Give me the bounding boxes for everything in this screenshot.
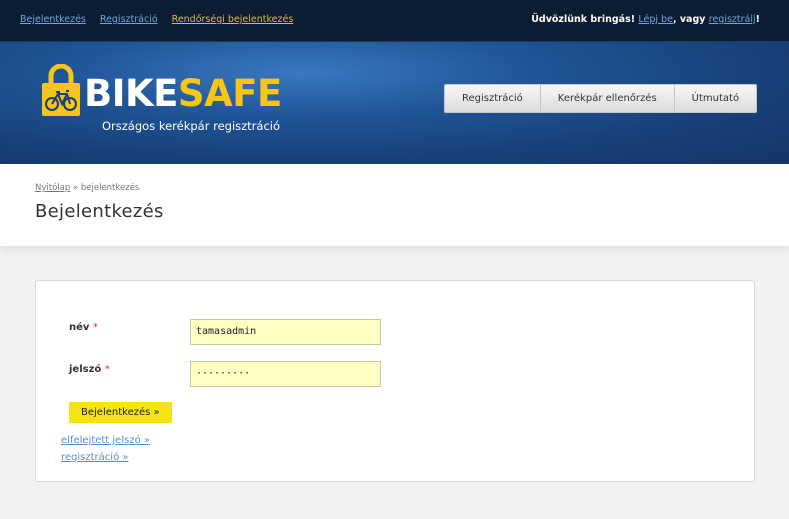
top-nav: Bejelentkezés Regisztráció Rendőrségi beje… [20, 14, 307, 25]
logo-wordmark: BIKESAFE [84, 74, 282, 114]
welcome-message: Üdvözlünk bringás! Lépj be, vagy regiszt… [531, 14, 760, 25]
password-label: jelszó * [69, 364, 110, 375]
logo-safe: SAFE [177, 72, 282, 115]
nav-registration[interactable]: Regisztráció [445, 85, 541, 112]
login-form-panel: név * tamasadmin jelszó * ········· Beje… [35, 280, 755, 482]
welcome-end-mark: ! [755, 14, 760, 25]
logo-subtitle: Országos kerékpár regisztráció [102, 119, 281, 133]
welcome-separator: , vagy [672, 14, 706, 25]
main-nav: Regisztráció Kerékpár ellenőrzés Útmutat… [444, 84, 758, 113]
forgot-password-link[interactable]: elfelejtett jelszó » [61, 435, 150, 446]
breadcrumb-separator: » [72, 183, 79, 193]
username-label-text: név [69, 322, 90, 333]
breadcrumb-current: bejelentkezés [80, 183, 140, 193]
username-required-mark: * [92, 322, 98, 333]
register-link[interactable]: regisztráció » [61, 452, 128, 463]
top-link-login[interactable]: Bejelentkezés [20, 14, 86, 25]
username-label: név * [69, 322, 98, 333]
top-bar: Bejelentkezés Regisztráció Rendőrségi beje… [0, 0, 789, 42]
site-header: BIKESAFE Országos kerékpár regisztráció … [0, 42, 789, 164]
nav-guide[interactable]: Útmutató [675, 85, 756, 112]
login-submit-button[interactable]: Bejelentkezés » [69, 402, 172, 423]
welcome-login-link[interactable]: Lépj be [638, 14, 673, 25]
welcome-register-link[interactable]: regisztrálj [709, 14, 756, 25]
password-input[interactable]: ········· [190, 361, 381, 387]
top-link-register[interactable]: Regisztráció [100, 14, 158, 25]
title-area: Nyitólap » bejelentkezés Bejelentkezés [0, 164, 789, 246]
breadcrumb-home-link[interactable]: Nyitólap [35, 183, 70, 193]
password-label-text: jelszó [69, 364, 102, 375]
welcome-text: Üdvözlünk bringás! [531, 14, 636, 25]
breadcrumb: Nyitólap » bejelentkezés [35, 183, 139, 193]
page-title: Bejelentkezés [35, 201, 164, 222]
username-input[interactable]: tamasadmin [190, 319, 381, 345]
nav-bike-check[interactable]: Kerékpár ellenőrzés [541, 85, 675, 112]
password-required-mark: * [104, 364, 110, 375]
site-logo[interactable]: BIKESAFE Országos kerékpár regisztráció [42, 64, 282, 136]
padlock-bicycle-icon [42, 64, 80, 116]
top-link-police-login[interactable]: Rendőrségi bejelentkezés [172, 14, 294, 25]
logo-bike: BIKE [84, 72, 178, 115]
